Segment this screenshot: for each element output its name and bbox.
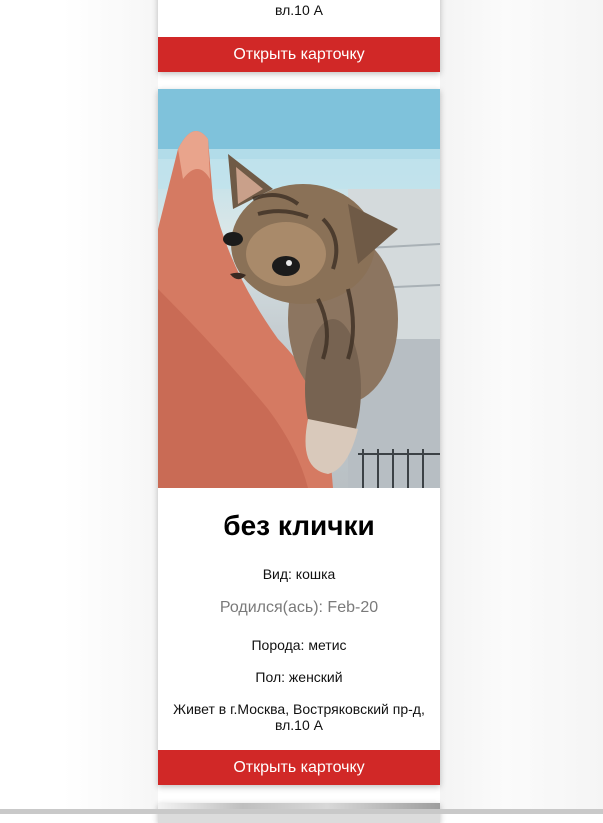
kitten-photo-image: [158, 89, 440, 488]
open-card-button[interactable]: Открыть карточку: [158, 750, 440, 785]
open-card-button[interactable]: Открыть карточку: [158, 37, 440, 72]
pet-address: Живет в г.Москва, Востряковский пр-д, вл…: [158, 701, 440, 733]
pet-sex: Пол: женский: [255, 669, 343, 685]
page-margin-right: [440, 0, 603, 814]
kitten-photo[interactable]: [158, 89, 440, 488]
pet-born: Родился(ась): Feb-20: [219, 599, 379, 616]
pet-breed: Порода: метис: [251, 637, 347, 653]
pet-name: без клички: [223, 510, 375, 541]
open-card-button-label: Открыть карточку: [233, 758, 365, 776]
pet-species: Вид: кошка: [262, 566, 336, 582]
page-margin-left: [0, 0, 158, 814]
pet-address-tail: вл.10 А: [158, 2, 440, 18]
pet-card: без клички Вид: кошка Родился(ась): Feb-…: [158, 89, 440, 785]
horizontal-scrollbar[interactable]: [0, 809, 603, 814]
pet-address-text: вл.10 А: [275, 2, 323, 18]
pet-address-line2: вл.10 А: [275, 717, 323, 733]
pet-card-previous: вл.10 А Открыть карточку: [158, 0, 440, 72]
open-card-button-label: Открыть карточку: [233, 45, 365, 63]
pet-address-line1: Живет в г.Москва, Востряковский пр-д,: [173, 701, 425, 717]
